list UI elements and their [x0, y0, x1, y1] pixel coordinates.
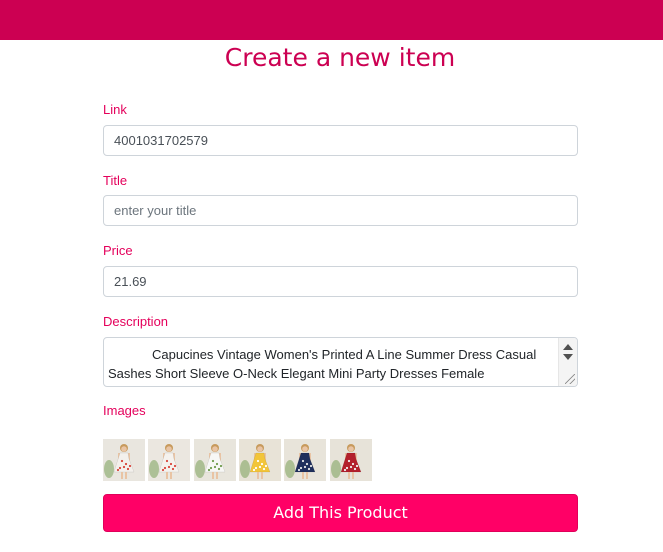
- description-textarea[interactable]: Capucines Vintage Women's Printed A Line…: [103, 337, 578, 387]
- description-text: Capucines Vintage Women's Printed A Line…: [108, 347, 537, 381]
- product-image-thumbnail[interactable]: [284, 439, 326, 481]
- dress-image: [331, 444, 362, 479]
- dress-image: [149, 444, 180, 479]
- dress-image: [240, 444, 271, 479]
- product-image-thumbnail[interactable]: [330, 439, 372, 481]
- scroll-up-arrow-icon[interactable]: [563, 344, 573, 350]
- product-image-thumbnail[interactable]: [194, 439, 236, 481]
- product-image-thumbnail[interactable]: [148, 439, 190, 481]
- dress-image: [104, 444, 135, 479]
- description-label: Description: [103, 314, 169, 329]
- link-label: Link: [103, 102, 127, 117]
- page-title: Create a new item: [224, 43, 456, 72]
- title-label: Title: [103, 173, 128, 188]
- product-image-thumbnail[interactable]: [103, 439, 145, 481]
- add-product-button[interactable]: Add This Product: [103, 494, 578, 532]
- scroll-down-arrow-icon[interactable]: [563, 354, 573, 360]
- price-field[interactable]: [103, 266, 578, 297]
- price-label: Price: [103, 243, 133, 258]
- images-label: Images: [103, 403, 146, 418]
- resize-handle-icon[interactable]: [565, 374, 575, 384]
- title-field[interactable]: [103, 195, 578, 226]
- product-image-thumbnail[interactable]: [239, 439, 281, 481]
- dress-image: [195, 444, 226, 479]
- dress-image: [285, 444, 316, 479]
- top-bar: [0, 0, 663, 40]
- link-field[interactable]: [103, 125, 578, 156]
